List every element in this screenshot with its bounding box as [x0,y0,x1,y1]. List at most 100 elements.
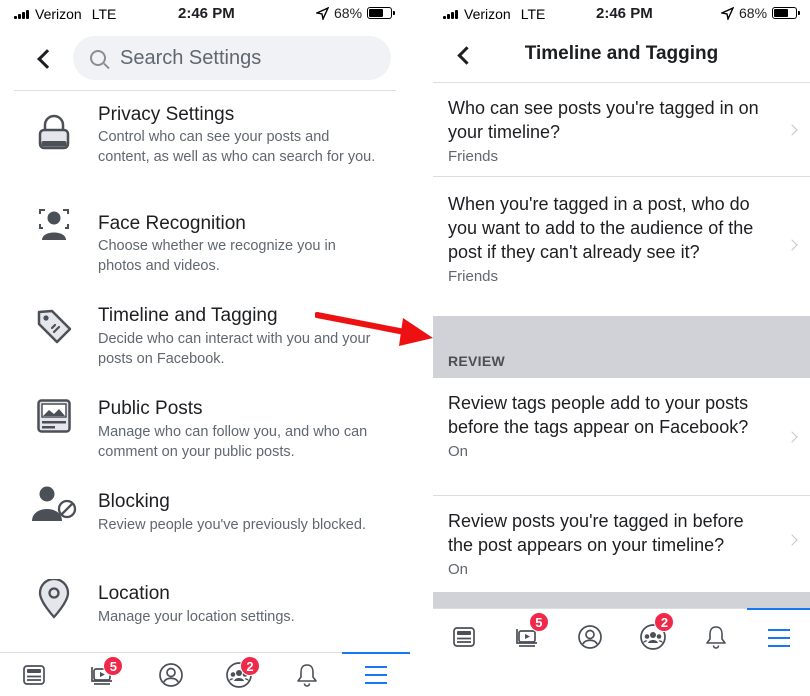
battery-icon [367,7,396,19]
bottom-nav-right: 52 [433,608,810,665]
menu-icon [363,664,389,686]
nav-tab-profile[interactable] [137,653,205,696]
settings-item-description: Review people you've previously blocked. [98,517,366,533]
notification-badge: 5 [528,612,549,632]
timeline-tagging-screen: Verizon LTE 2:46 PM 68% Timeline and Tag… [433,0,810,665]
settings-item-description: Manage who can follow you, and who can c… [98,424,368,460]
location-arrow-icon [316,6,329,20]
section-header-review: REVIEW [433,316,810,378]
chevron-right-icon [786,124,798,136]
section-band-bottom [433,592,810,608]
option-value: On [448,561,469,578]
nav-tab-menu[interactable] [341,652,410,696]
settings-item-description: Manage your location settings. [98,609,295,625]
profile-icon [577,624,603,650]
battery-indicator: 68% [316,5,396,21]
search-bar[interactable] [73,36,391,80]
option-question: When you're tagged in a post, who do you… [448,194,754,262]
profile-icon [158,662,184,688]
option-value: Friends [448,148,499,165]
nav-tab-notifications-bell[interactable] [273,653,341,696]
settings-item-public-posts[interactable]: Public Posts Manage who can follow you, … [0,390,410,465]
nav-tab-profile[interactable] [559,609,622,665]
status-bar: Verizon LTE 2:46 PM 68% [433,0,810,28]
settings-item-description: Decide who can interact with you and you… [98,331,371,367]
settings-item-description: Choose whether we recognize you in photo… [98,238,336,274]
settings-screen: Verizon LTE 2:46 PM 68% Privacy Settings… [0,0,410,696]
option-question: Who can see posts you're tagged in on yo… [448,98,759,142]
blocked-user-icon [32,486,77,521]
carrier-indicator: Verizon LTE [14,6,116,22]
network-type: LTE [520,6,546,22]
settings-item-privacy[interactable]: Privacy Settings Control who can see you… [0,100,410,190]
search-input[interactable] [120,46,360,70]
notification-badge: 2 [654,612,675,632]
news-feed-icon [22,663,46,687]
notification-badge: 2 [239,656,260,676]
option-row-review-tags[interactable]: Review tags people add to your posts bef… [433,378,810,496]
public-post-icon [37,399,71,433]
nav-tab-watch-video[interactable]: 5 [496,609,559,665]
battery-fill [774,9,789,17]
location-pin-icon [38,579,70,619]
notifications-bell-icon [704,624,728,650]
chevron-right-icon [786,534,798,546]
option-row-tag-audience[interactable]: When you're tagged in a post, who do you… [433,177,810,316]
chevron-right-icon [786,239,798,251]
news-feed-icon [452,625,476,649]
nav-tab-watch-video[interactable]: 5 [68,653,136,696]
option-value: On [448,443,469,460]
settings-header [0,28,410,90]
nav-tab-news-feed[interactable] [0,653,68,696]
settings-item-title: Public Posts [98,398,203,419]
settings-item-description: Control who can see your posts and conte… [98,129,376,165]
tag-icon [37,309,72,344]
clock: 2:46 PM [596,5,653,22]
settings-item-face-recognition[interactable]: Face Recognition Choose whether we recog… [0,205,410,275]
search-icon [90,50,106,66]
clock: 2:46 PM [178,5,235,22]
nav-tab-notifications-bell[interactable] [684,609,747,665]
battery-indicator: 68% [721,5,801,21]
nav-tab-groups[interactable]: 2 [621,609,684,665]
settings-item-title: Blocking [98,491,170,512]
option-row-review-posts[interactable]: Review posts you're tagged in before the… [433,496,810,591]
page-header: Timeline and Tagging [433,28,810,83]
option-question: Review posts you're tagged in before the… [448,511,744,555]
settings-item-blocking[interactable]: Blocking Review people you've previously… [0,483,410,553]
page-title: Timeline and Tagging [524,43,719,64]
nav-tab-news-feed[interactable] [433,609,496,665]
signal-icon [443,9,458,19]
section-label: REVIEW [448,353,506,369]
settings-item-title: Privacy Settings [98,104,235,125]
battery-percent: 68% [334,5,363,21]
back-button[interactable] [37,49,57,69]
status-bar: Verizon LTE 2:46 PM 68% [0,0,410,28]
settings-item-title: Location [98,583,170,604]
option-value: Friends [448,268,499,285]
carrier-name: Verizon [464,6,511,22]
battery-percent: 68% [739,5,768,21]
bottom-nav-left: 52 [0,652,410,696]
face-recognition-icon [39,209,69,240]
location-arrow-icon [721,6,734,20]
option-question: Review tags people add to your posts bef… [448,393,749,437]
chevron-right-icon [786,431,798,443]
carrier-name: Verizon [35,6,82,22]
option-row-tagged-posts-visibility[interactable]: Who can see posts you're tagged in on yo… [433,83,810,177]
nav-tab-menu[interactable] [747,608,810,665]
notifications-bell-icon [295,662,319,688]
settings-item-timeline-tagging[interactable]: Timeline and Tagging Decide who can inte… [0,295,410,370]
menu-icon [766,627,792,649]
settings-item-location[interactable]: Location Manage your location settings. [0,575,410,635]
network-type: LTE [91,6,117,22]
battery-icon [772,7,801,19]
nav-tab-groups[interactable]: 2 [205,653,273,696]
padlock-icon [38,114,70,150]
settings-item-title: Timeline and Tagging [98,305,278,326]
carrier-indicator: Verizon LTE [443,6,545,22]
header-divider [14,90,396,91]
settings-item-title: Face Recognition [98,213,246,234]
signal-icon [14,9,29,19]
notification-badge: 5 [103,656,124,676]
